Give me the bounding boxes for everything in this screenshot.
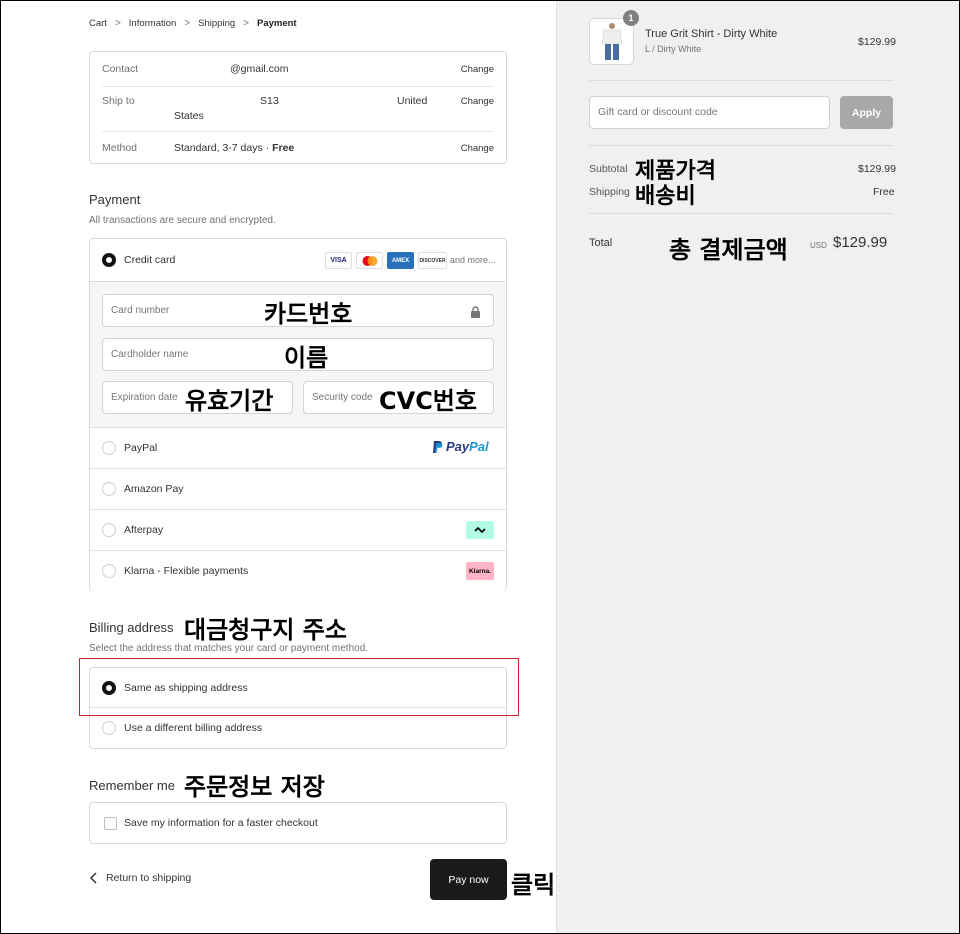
klarna-option[interactable]: Klarna - Flexible payments Klarna. [90, 550, 506, 591]
breadcrumb-payment: Payment [257, 18, 297, 29]
annotation-click: 클릭 [511, 871, 556, 899]
chevron-right-icon: > [114, 18, 121, 29]
save-info-checkbox[interactable] [104, 817, 117, 830]
paypal-option[interactable]: PayPal Pay Pal [90, 427, 506, 468]
payment-subtitle: All transactions are secure and encrypte… [89, 215, 276, 226]
annotation-expiry: 유효기간 [185, 387, 274, 415]
product-name: True Grit Shirt - Dirty White [645, 28, 778, 40]
shipto-label: Ship to [102, 95, 135, 107]
annotation-remember: 주문정보 저장 [184, 773, 325, 801]
payment-title: Payment [89, 192, 141, 207]
shipping-value: Free [873, 186, 895, 198]
paypal-logo-icon: Pay Pal [432, 439, 489, 454]
divider [589, 145, 893, 146]
highlight-box [79, 658, 519, 716]
amazon-pay-label: Amazon Pay [124, 483, 184, 495]
divider [589, 80, 893, 81]
divider [102, 86, 494, 87]
subtotal-value: $129.99 [858, 163, 896, 175]
paypal-label: PayPal [124, 442, 158, 454]
billing-subtitle: Select the address that matches your car… [89, 643, 369, 654]
shirt-image-icon [601, 23, 623, 60]
method-row: Method Standard, 3-7 days · Free Change [102, 142, 494, 158]
total-label: Total [589, 237, 613, 249]
klarna-logo-icon: Klarna. [466, 562, 494, 580]
annotation-total: 총 결제금액 [669, 236, 788, 264]
amazon-pay-radio[interactable] [102, 482, 116, 496]
credit-card-label: Credit card [124, 254, 176, 266]
shipto-row: Ship to S13 United States Change [102, 95, 494, 125]
annotation-cvc: CVC번호 [379, 387, 477, 415]
product-variant: L / Dirty White [645, 44, 702, 54]
visa-icon: VISA [325, 252, 352, 269]
return-to-shipping-link[interactable]: Return to shipping [89, 872, 191, 884]
contact-value: @gmail.com [230, 63, 289, 75]
different-address-radio[interactable] [102, 721, 116, 735]
shipto-value-part2: United [397, 95, 428, 107]
breadcrumb-cart[interactable]: Cart [89, 18, 107, 29]
change-method-link[interactable]: Change [461, 143, 494, 154]
annotation-shipping-fee: 배송비 [635, 184, 696, 209]
klarna-radio[interactable] [102, 564, 116, 578]
afterpay-radio[interactable] [102, 523, 116, 537]
chevron-right-icon: > [243, 18, 249, 29]
billing-title: Billing address [89, 620, 174, 635]
method-value: Standard, 3-7 days · Free [174, 142, 295, 154]
contact-row: Contact @gmail.com Change [102, 63, 494, 79]
credit-card-option[interactable]: Credit card VISA AMEX DISCOVER and more.… [90, 239, 506, 281]
divider [102, 131, 494, 132]
more-cards-text: and more... [450, 255, 496, 265]
apply-button[interactable]: Apply [840, 96, 893, 129]
change-shipto-link[interactable]: Change [461, 96, 494, 107]
product-price: $129.99 [858, 36, 896, 48]
total-value: $129.99 [833, 234, 888, 251]
divider [589, 213, 893, 214]
remember-box: Save my information for a faster checkou… [89, 802, 507, 844]
annotation-card-number: 카드번호 [264, 300, 353, 328]
pay-now-button[interactable]: Pay now [430, 859, 507, 900]
breadcrumb: Cart > Information > Shipping > Payment [89, 18, 297, 29]
afterpay-label: Afterpay [124, 524, 164, 536]
gift-card-input[interactable]: Gift card or discount code [589, 96, 830, 129]
shipping-label: Shipping [589, 186, 630, 198]
remember-title: Remember me [89, 778, 175, 793]
quantity-badge: 1 [623, 10, 639, 26]
different-address-label: Use a different billing address [124, 722, 263, 734]
afterpay-option[interactable]: Afterpay [90, 509, 506, 550]
chevron-right-icon: > [184, 18, 191, 29]
contact-label: Contact [102, 63, 139, 75]
method-free: Free [272, 142, 295, 154]
paypal-radio[interactable] [102, 441, 116, 455]
currency-code: USD [810, 241, 827, 250]
lock-icon [470, 305, 481, 323]
mastercard-icon [356, 252, 383, 269]
annotation-name: 이름 [284, 344, 329, 372]
afterpay-logo-icon [466, 521, 494, 539]
method-label: Method [102, 142, 138, 154]
save-info-label: Save my information for a faster checkou… [124, 817, 318, 829]
order-summary: 1 True Grit Shirt - Dirty White L / Dirt… [556, 0, 960, 934]
shipto-value-part3: States [174, 110, 204, 122]
breadcrumb-information[interactable]: Information [129, 18, 177, 29]
checkout-main: Cart > Information > Shipping > Payment … [0, 0, 556, 934]
amazon-pay-option[interactable]: Amazon Pay [90, 468, 506, 509]
breadcrumb-shipping[interactable]: Shipping [198, 18, 235, 29]
credit-card-radio[interactable] [102, 253, 116, 267]
annotation-billing: 대금청구지 주소 [184, 616, 347, 644]
shipto-value-part1: S13 [260, 95, 279, 107]
chevron-left-icon [89, 872, 97, 884]
amex-icon: AMEX [387, 252, 414, 269]
klarna-label: Klarna - Flexible payments [124, 565, 249, 577]
review-box: Contact @gmail.com Change Ship to S13 Un… [89, 51, 507, 164]
discover-icon: DISCOVER [418, 252, 447, 269]
subtotal-label: Subtotal [589, 163, 628, 175]
change-contact-link[interactable]: Change [461, 64, 494, 75]
